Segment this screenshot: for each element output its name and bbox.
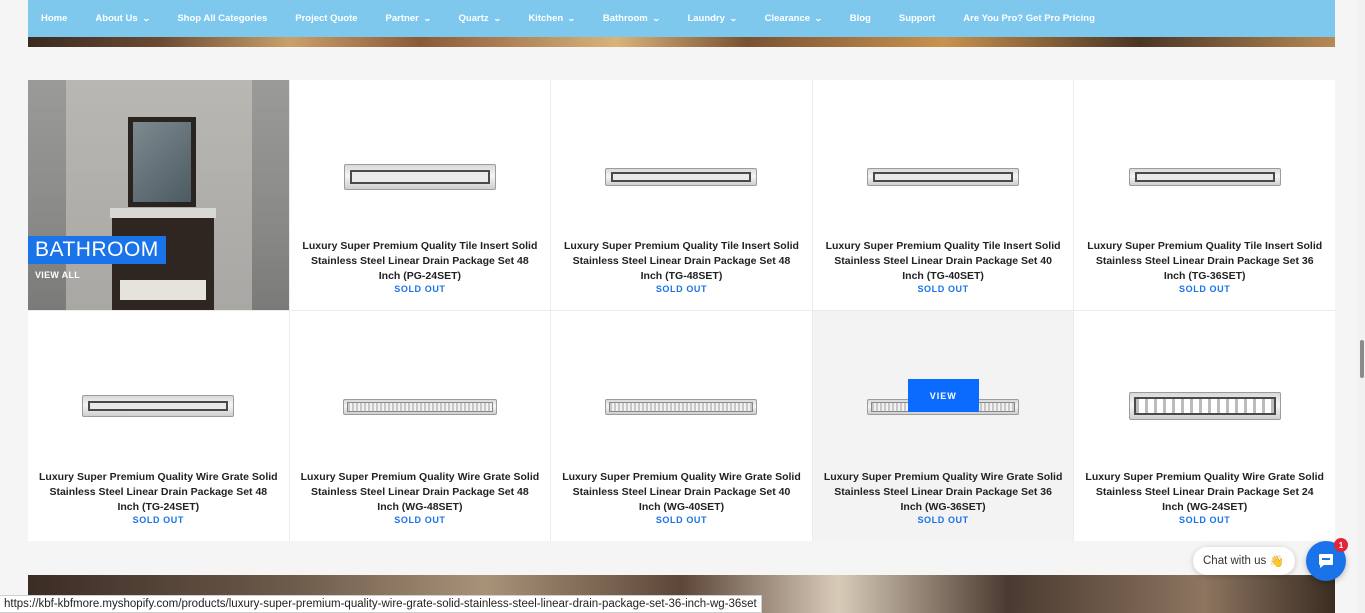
nav-label: Project Quote xyxy=(295,13,358,24)
vanity-shelf xyxy=(120,280,206,300)
chevron-down-icon: ⌄ xyxy=(728,14,738,23)
nav-bathroom[interactable]: Bathroom ⌄ xyxy=(602,13,661,24)
product-card[interactable]: VIEW Luxury Super Premium Quality Wire G… xyxy=(812,311,1074,541)
product-card[interactable]: Luxury Super Premium Quality Wire Grate … xyxy=(1074,311,1335,541)
chevron-down-icon: ⌄ xyxy=(814,14,823,23)
view-button[interactable]: VIEW xyxy=(907,379,979,412)
wave-hand-icon: 👋 xyxy=(1269,556,1284,568)
vanity-countertop xyxy=(110,208,216,218)
product-image[interactable] xyxy=(343,164,496,190)
product-title[interactable]: Luxury Super Premium Quality Wire Grate … xyxy=(823,470,1064,515)
nav-project-quote[interactable]: Project Quote xyxy=(295,13,357,24)
chevron-down-icon: ⌄ xyxy=(567,14,576,23)
sold-out-badge: SOLD OUT xyxy=(1179,284,1231,294)
top-navigation: Home About Us ⌄ Shop All Categories Proje… xyxy=(28,0,1335,37)
nav-quartz[interactable]: Quartz ⌄ xyxy=(458,13,502,24)
category-title: BATHROOM xyxy=(28,236,166,264)
hero-image-strip xyxy=(28,37,1335,47)
product-card[interactable]: Luxury Super Premium Quality Tile Insert… xyxy=(812,80,1074,310)
product-image[interactable] xyxy=(605,399,758,415)
sold-out-badge: SOLD OUT xyxy=(394,515,446,525)
nav-label: Home xyxy=(41,13,68,24)
product-title[interactable]: Luxury Super Premium Quality Wire Grate … xyxy=(38,470,279,515)
product-card[interactable]: Luxury Super Premium Quality Wire Grate … xyxy=(289,311,551,541)
product-title[interactable]: Luxury Super Premium Quality Wire Grate … xyxy=(1084,470,1325,515)
product-card[interactable]: Luxury Super Premium Quality Tile Insert… xyxy=(551,80,812,310)
nav-home[interactable]: Home xyxy=(41,13,67,24)
sold-out-badge: SOLD OUT xyxy=(394,284,446,294)
product-card[interactable]: Luxury Super Premium Quality Wire Grate … xyxy=(551,311,812,541)
sold-out-badge: SOLD OUT xyxy=(132,515,184,525)
product-image[interactable] xyxy=(82,395,235,417)
product-image[interactable] xyxy=(605,168,758,186)
product-image[interactable] xyxy=(342,399,497,415)
page-scrollbar[interactable] xyxy=(1357,0,1365,613)
product-image[interactable] xyxy=(867,168,1020,186)
nav-label: Are You Pro? Get Pro Pricing xyxy=(963,13,1095,24)
scrollbar-thumb[interactable] xyxy=(1360,340,1364,378)
view-all-link[interactable]: VIEW ALL xyxy=(35,270,80,280)
sold-out-badge: SOLD OUT xyxy=(655,515,708,525)
product-grid: BATHROOM VIEW ALL Luxury Super Premium Q… xyxy=(28,80,1335,541)
nav-label: Shop All Categories xyxy=(177,13,268,24)
sold-out-badge: SOLD OUT xyxy=(917,284,969,294)
category-feature-bathroom[interactable]: BATHROOM VIEW ALL xyxy=(28,80,289,310)
product-card[interactable]: Luxury Super Premium Quality Tile Insert… xyxy=(289,80,551,310)
chevron-down-icon: ⌄ xyxy=(492,14,502,23)
nav-label: Blog xyxy=(849,13,871,24)
nav-partner[interactable]: Partner ⌄ xyxy=(385,13,432,24)
nav-clearance[interactable]: Clearance ⌄ xyxy=(764,13,823,24)
chevron-down-icon: ⌄ xyxy=(141,14,151,23)
product-card[interactable]: Luxury Super Premium Quality Tile Insert… xyxy=(1074,80,1335,310)
chevron-down-icon: ⌄ xyxy=(422,14,432,23)
nav-label: Laundry xyxy=(687,13,725,24)
sold-out-badge: SOLD OUT xyxy=(1179,515,1231,525)
nav-label: Quartz xyxy=(458,13,489,24)
product-card[interactable]: Luxury Super Premium Quality Wire Grate … xyxy=(28,311,289,541)
mirror-image xyxy=(128,117,196,207)
nav-pro-pricing[interactable]: Are You Pro? Get Pro Pricing xyxy=(963,13,1095,24)
sold-out-badge: SOLD OUT xyxy=(917,515,969,525)
chat-with-us-button[interactable]: Chat with us 👋 xyxy=(1193,547,1295,575)
nav-label: Kitchen xyxy=(528,13,564,24)
product-title[interactable]: Luxury Super Premium Quality Tile Insert… xyxy=(300,239,541,284)
product-title[interactable]: Luxury Super Premium Quality Tile Insert… xyxy=(823,239,1064,284)
chat-label: Chat with us xyxy=(1203,555,1267,567)
chat-bubble-icon xyxy=(1319,554,1333,568)
nav-kitchen[interactable]: Kitchen ⌄ xyxy=(528,13,576,24)
product-image[interactable] xyxy=(1128,392,1281,420)
product-title[interactable]: Luxury Super Premium Quality Wire Grate … xyxy=(300,470,541,515)
nav-label: Partner xyxy=(385,13,419,24)
chevron-down-icon: ⌄ xyxy=(651,14,661,23)
product-title[interactable]: Luxury Super Premium Quality Tile Insert… xyxy=(1084,239,1325,284)
nav-shop-all-categories[interactable]: Shop All Categories xyxy=(177,13,267,24)
nav-support[interactable]: Support xyxy=(899,13,935,24)
nav-about-us[interactable]: About Us ⌄ xyxy=(95,13,151,24)
nav-label: Support xyxy=(898,13,936,24)
nav-label: About Us xyxy=(95,13,138,24)
notification-badge: 1 xyxy=(1334,538,1348,552)
sold-out-badge: SOLD OUT xyxy=(655,284,708,294)
nav-label: Clearance xyxy=(764,13,811,24)
nav-laundry[interactable]: Laundry ⌄ xyxy=(687,13,738,24)
product-title[interactable]: Luxury Super Premium Quality Wire Grate … xyxy=(561,470,802,515)
browser-status-url: https://kbf-kbfmore.myshopify.com/produc… xyxy=(0,595,762,613)
nav-blog[interactable]: Blog xyxy=(850,13,871,24)
product-title[interactable]: Luxury Super Premium Quality Tile Insert… xyxy=(561,239,802,284)
product-image[interactable] xyxy=(1128,168,1281,186)
nav-label: Bathroom xyxy=(602,13,648,24)
